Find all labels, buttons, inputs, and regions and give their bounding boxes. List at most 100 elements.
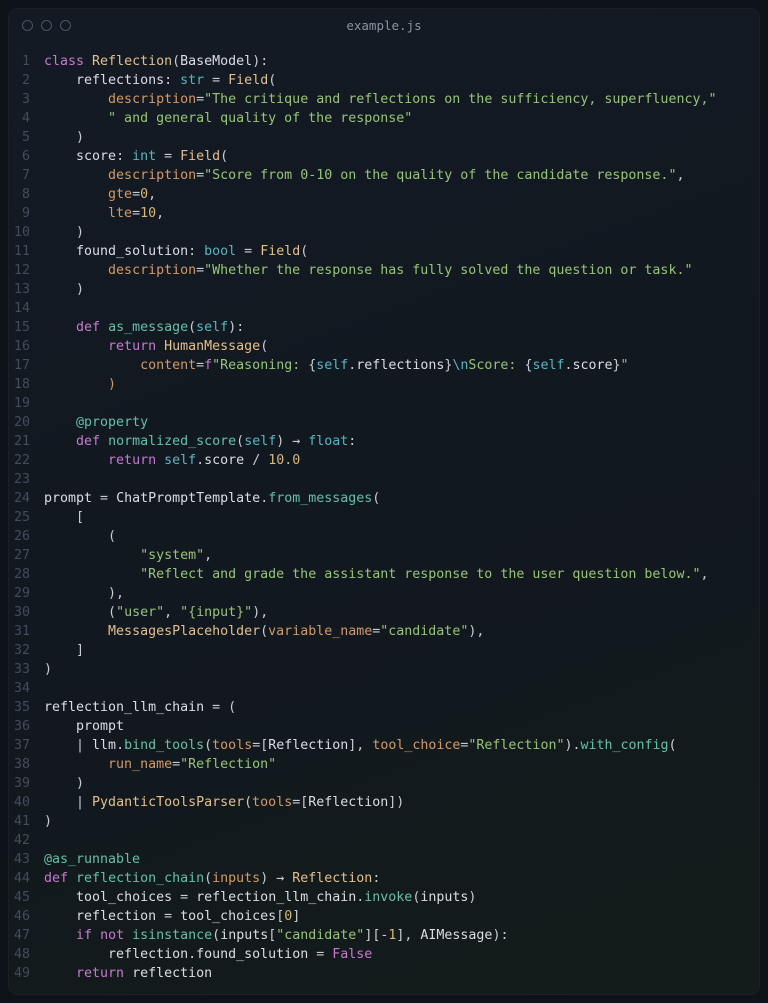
code-line[interactable]: [ <box>44 508 716 527</box>
line-number: 38 <box>8 755 30 774</box>
code-line[interactable]: ] <box>44 641 716 660</box>
line-number: 15 <box>8 318 30 337</box>
code-line[interactable]: | llm.bind_tools(tools=[Reflection], too… <box>44 736 716 755</box>
code-line[interactable]: found_solution: bool = Field( <box>44 242 716 261</box>
code-line[interactable]: reflection_llm_chain = ( <box>44 698 716 717</box>
line-number: 23 <box>8 470 30 489</box>
code-line[interactable]: class Reflection(BaseModel): <box>44 52 716 71</box>
code-line[interactable]: @property <box>44 413 716 432</box>
code-line[interactable]: prompt <box>44 717 716 736</box>
code-line[interactable]: ) <box>44 280 716 299</box>
line-number: 27 <box>8 546 30 565</box>
code-line[interactable]: run_name="Reflection" <box>44 755 716 774</box>
code-line[interactable]: ) <box>44 660 716 679</box>
code-line[interactable]: ) <box>44 774 716 793</box>
code-line[interactable]: "Reflect and grade the assistant respons… <box>44 565 716 584</box>
line-number: 10 <box>8 223 30 242</box>
code-line[interactable]: ) <box>44 375 716 394</box>
line-number: 47 <box>8 926 30 945</box>
code-line[interactable]: return HumanMessage( <box>44 337 716 356</box>
code-line[interactable]: tool_choices = reflection_llm_chain.invo… <box>44 888 716 907</box>
code-editor[interactable]: 1234567891011121314151617181920212223242… <box>8 42 760 995</box>
line-number: 16 <box>8 337 30 356</box>
line-number: 35 <box>8 698 30 717</box>
code-line[interactable]: description="Whether the response has fu… <box>44 261 716 280</box>
line-number: 34 <box>8 679 30 698</box>
minimize-icon[interactable] <box>41 20 52 31</box>
maximize-icon[interactable] <box>60 20 71 31</box>
code-line[interactable]: def normalized_score(self) → float: <box>44 432 716 451</box>
line-number: 13 <box>8 280 30 299</box>
line-number: 30 <box>8 603 30 622</box>
line-number: 18 <box>8 375 30 394</box>
code-line[interactable]: return reflection <box>44 964 716 983</box>
line-number: 31 <box>8 622 30 641</box>
line-number: 11 <box>8 242 30 261</box>
line-number: 28 <box>8 565 30 584</box>
code-line[interactable]: reflections: str = Field( <box>44 71 716 90</box>
code-line[interactable]: ) <box>44 223 716 242</box>
code-line[interactable]: return self.score / 10.0 <box>44 451 716 470</box>
close-icon[interactable] <box>22 20 33 31</box>
code-line[interactable]: ) <box>44 128 716 147</box>
window-controls <box>22 20 71 31</box>
line-number: 49 <box>8 964 30 983</box>
editor-window: example.js 12345678910111213141516171819… <box>8 8 760 995</box>
line-number: 33 <box>8 660 30 679</box>
code-area[interactable]: class Reflection(BaseModel): reflections… <box>44 52 716 983</box>
line-number: 25 <box>8 508 30 527</box>
code-line[interactable] <box>44 831 716 850</box>
code-line[interactable]: ), <box>44 584 716 603</box>
code-line[interactable]: description="The critique and reflection… <box>44 90 716 109</box>
line-number: 2 <box>8 71 30 90</box>
code-line[interactable]: " and general quality of the response" <box>44 109 716 128</box>
code-line[interactable] <box>44 470 716 489</box>
line-number: 22 <box>8 451 30 470</box>
line-number: 3 <box>8 90 30 109</box>
code-line[interactable]: | PydanticToolsParser(tools=[Reflection]… <box>44 793 716 812</box>
code-line[interactable]: reflection = tool_choices[0] <box>44 907 716 926</box>
file-title: example.js <box>8 16 760 35</box>
line-number: 20 <box>8 413 30 432</box>
code-line[interactable]: content=f"Reasoning: {self.reflections}\… <box>44 356 716 375</box>
line-number-gutter: 1234567891011121314151617181920212223242… <box>8 52 44 983</box>
line-number: 29 <box>8 584 30 603</box>
line-number: 36 <box>8 717 30 736</box>
titlebar: example.js <box>8 8 760 42</box>
line-number: 40 <box>8 793 30 812</box>
code-line[interactable]: ) <box>44 812 716 831</box>
code-line[interactable]: description="Score from 0-10 on the qual… <box>44 166 716 185</box>
code-line[interactable]: gte=0, <box>44 185 716 204</box>
line-number: 37 <box>8 736 30 755</box>
line-number: 45 <box>8 888 30 907</box>
code-line[interactable]: prompt = ChatPromptTemplate.from_message… <box>44 489 716 508</box>
code-line[interactable]: "system", <box>44 546 716 565</box>
line-number: 21 <box>8 432 30 451</box>
line-number: 43 <box>8 850 30 869</box>
code-line[interactable]: ("user", "{input}"), <box>44 603 716 622</box>
code-line[interactable]: def as_message(self): <box>44 318 716 337</box>
line-number: 17 <box>8 356 30 375</box>
line-number: 39 <box>8 774 30 793</box>
line-number: 5 <box>8 128 30 147</box>
line-number: 26 <box>8 527 30 546</box>
code-line[interactable]: @as_runnable <box>44 850 716 869</box>
code-line[interactable]: score: int = Field( <box>44 147 716 166</box>
code-line[interactable]: MessagesPlaceholder(variable_name="candi… <box>44 622 716 641</box>
line-number: 46 <box>8 907 30 926</box>
code-line[interactable]: if not isinstance(inputs["candidate"][-1… <box>44 926 716 945</box>
line-number: 4 <box>8 109 30 128</box>
line-number: 19 <box>8 394 30 413</box>
code-line[interactable] <box>44 394 716 413</box>
code-line[interactable]: reflection.found_solution = False <box>44 945 716 964</box>
line-number: 42 <box>8 831 30 850</box>
line-number: 14 <box>8 299 30 318</box>
code-line[interactable]: def reflection_chain(inputs) → Reflectio… <box>44 869 716 888</box>
code-line[interactable] <box>44 299 716 318</box>
line-number: 32 <box>8 641 30 660</box>
line-number: 24 <box>8 489 30 508</box>
code-line[interactable] <box>44 679 716 698</box>
line-number: 12 <box>8 261 30 280</box>
code-line[interactable]: lte=10, <box>44 204 716 223</box>
code-line[interactable]: ( <box>44 527 716 546</box>
